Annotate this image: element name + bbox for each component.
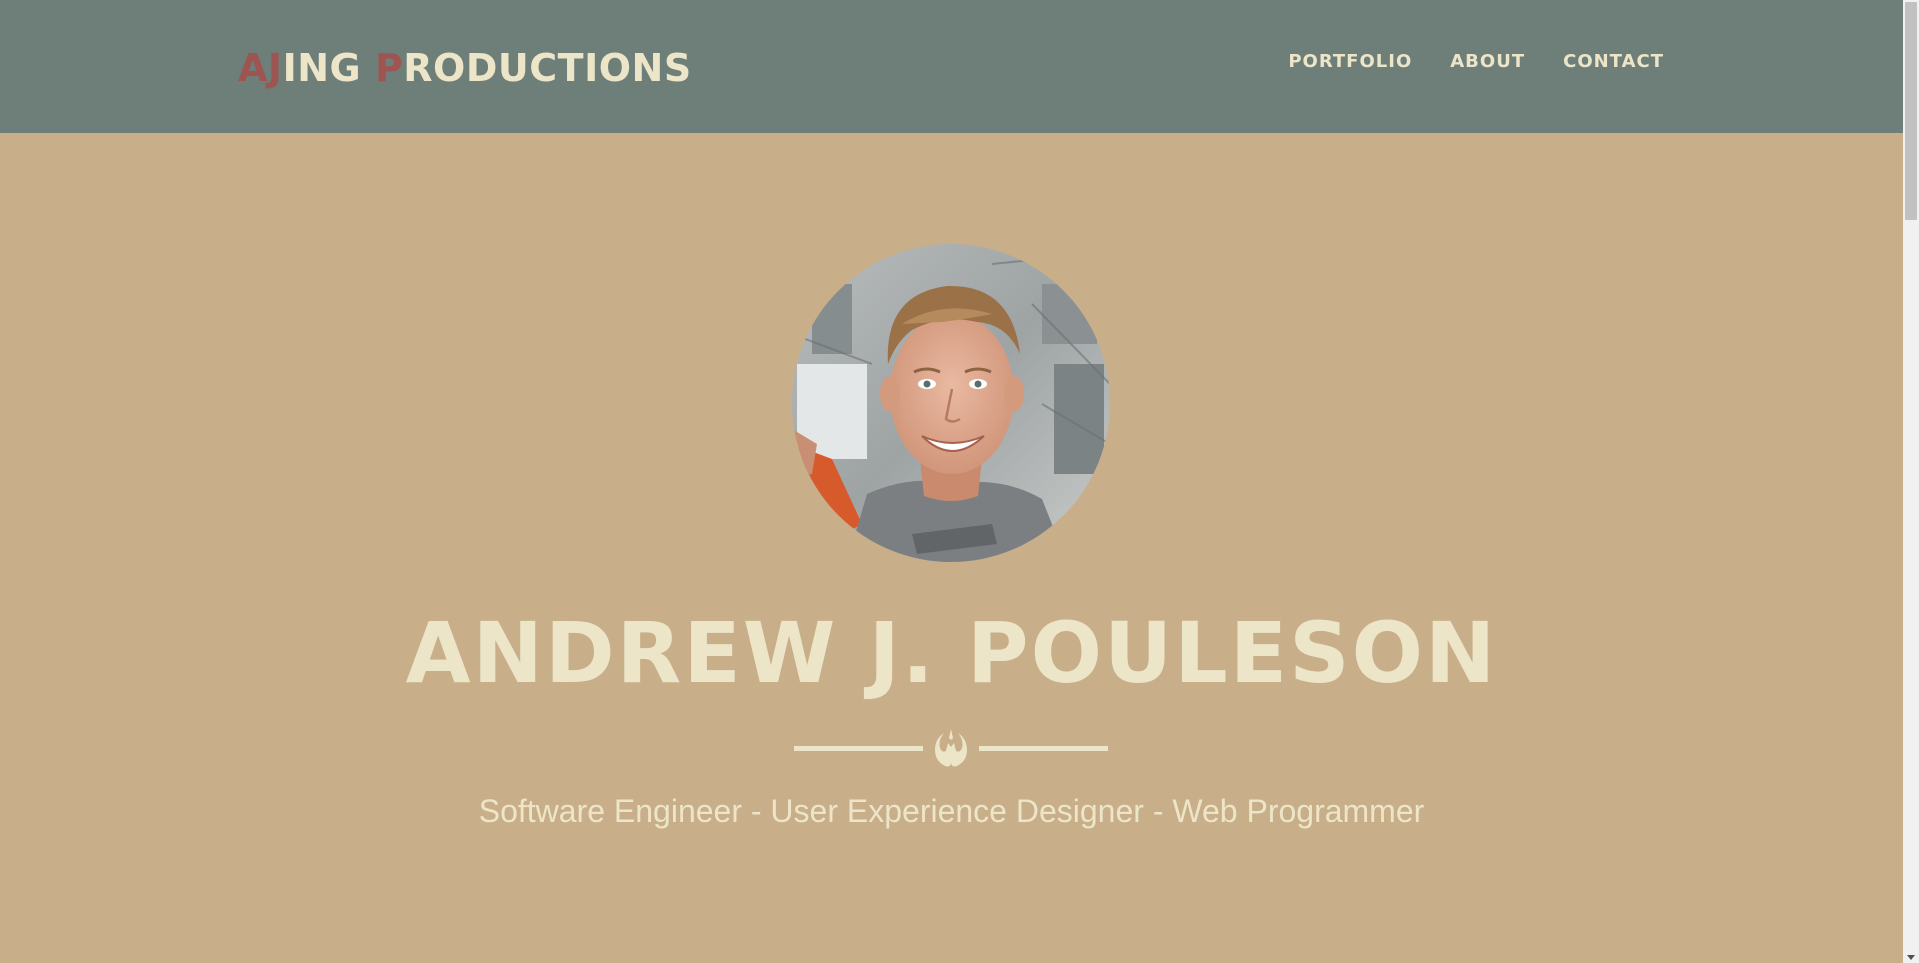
nav-links: PORTFOLIO ABOUT CONTACT bbox=[1288, 50, 1664, 74]
hero-subtitle: Software Engineer - User Experience Desi… bbox=[478, 793, 1425, 829]
divider-line-right bbox=[979, 746, 1108, 751]
rebel-alliance-icon bbox=[935, 729, 967, 767]
star-divider bbox=[794, 726, 1108, 770]
divider-line-left bbox=[794, 746, 923, 751]
hero-name-title: ANDREW J. POULESON bbox=[405, 604, 1498, 702]
brand-word-ing: ING bbox=[282, 46, 375, 90]
scroll-down-arrow-icon[interactable] bbox=[1907, 955, 1915, 960]
page-scrollbar[interactable] bbox=[1903, 0, 1919, 963]
brand-letter-p: P bbox=[374, 46, 404, 90]
brand-logo-link[interactable]: AJING PRODUCTIONS bbox=[238, 46, 692, 90]
profile-avatar bbox=[792, 244, 1110, 562]
page: AJING PRODUCTIONS PORTFOLIO ABOUT CONTAC… bbox=[0, 0, 1919, 963]
brand-word-roductions: RODUCTIONS bbox=[403, 46, 692, 90]
nav-item-contact: CONTACT bbox=[1563, 50, 1664, 74]
scrollbar-thumb[interactable] bbox=[1905, 2, 1917, 220]
navbar: AJING PRODUCTIONS PORTFOLIO ABOUT CONTAC… bbox=[0, 0, 1903, 133]
profile-photo bbox=[792, 244, 1110, 562]
brand-initials: AJ bbox=[238, 46, 283, 90]
hero-section: ANDREW J. POULESON Software Engineer - U… bbox=[0, 133, 1903, 963]
nav-item-portfolio: PORTFOLIO bbox=[1288, 50, 1412, 74]
nav-item-about: ABOUT bbox=[1450, 50, 1525, 74]
nav-link-about[interactable]: ABOUT bbox=[1450, 51, 1525, 72]
nav-link-portfolio[interactable]: PORTFOLIO bbox=[1288, 51, 1412, 72]
nav-link-contact[interactable]: CONTACT bbox=[1563, 51, 1664, 72]
